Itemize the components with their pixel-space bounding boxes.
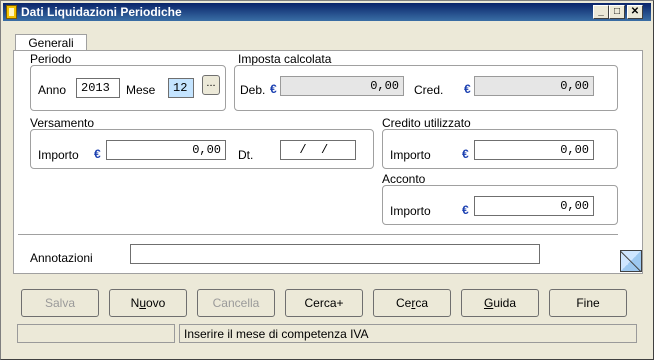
versamento-euro-icon: € — [94, 147, 101, 161]
guida-button[interactable]: Guida — [461, 289, 539, 317]
anno-field[interactable]: 2013 — [76, 78, 120, 98]
acconto-euro-icon: € — [462, 203, 469, 217]
tab-panel-generali: Periodo Anno 2013 Mese 12 ... Imposta ca… — [13, 50, 643, 274]
tab-generali[interactable]: Generali — [15, 34, 87, 51]
status-left — [17, 324, 175, 343]
credito-importo-label: Importo — [390, 148, 431, 162]
acconto-importo-label: Importo — [390, 204, 431, 218]
nuovo-button[interactable]: Nuovo — [109, 289, 187, 317]
cerca-button[interactable]: Cerca — [373, 289, 451, 317]
mese-label: Mese — [126, 83, 156, 97]
credito-title: Credito utilizzato — [382, 116, 471, 130]
resize-corner-icon[interactable] — [620, 250, 642, 272]
credito-euro-icon: € — [462, 147, 469, 161]
acconto-title: Acconto — [382, 172, 426, 186]
title-bar: Dati Liquidazioni Periodiche _ □ ✕ — [3, 3, 651, 21]
status-message: Inserire il mese di competenza IVA — [179, 324, 637, 343]
mese-lookup-button[interactable]: ... — [202, 75, 220, 95]
imposta-title: Imposta calcolata — [238, 52, 332, 66]
deb-label: Deb. — [240, 83, 266, 97]
minimize-button[interactable]: _ — [593, 5, 609, 19]
acconto-importo-field[interactable]: 0,00 — [474, 196, 594, 216]
annotazioni-field[interactable] — [130, 244, 540, 264]
fine-button[interactable]: Fine — [549, 289, 627, 317]
cerca-plus-button[interactable]: Cerca+ — [285, 289, 363, 317]
versamento-title: Versamento — [30, 116, 95, 130]
dt-label: Dt. — [238, 148, 254, 162]
versamento-importo-label: Importo — [38, 148, 79, 162]
window-document-icon — [6, 5, 17, 19]
mese-field[interactable]: 12 — [168, 78, 194, 98]
credito-importo-field[interactable]: 0,00 — [474, 140, 594, 160]
section-divider — [18, 234, 618, 235]
cred-field: 0,00 — [474, 76, 594, 96]
cancella-button[interactable]: Cancella — [197, 289, 275, 317]
anno-label: Anno — [38, 83, 67, 97]
maximize-button[interactable]: □ — [609, 5, 625, 19]
close-button[interactable]: ✕ — [627, 5, 643, 19]
annotazioni-label: Annotazioni — [30, 251, 93, 265]
periodo-title: Periodo — [30, 52, 72, 66]
dt-field[interactable]: / / — [280, 140, 356, 160]
cred-label: Cred. — [414, 83, 444, 97]
deb-euro-icon: € — [270, 82, 277, 96]
versamento-importo-field[interactable]: 0,00 — [106, 140, 226, 160]
deb-field: 0,00 — [280, 76, 404, 96]
cred-euro-icon: € — [464, 82, 471, 96]
window: Dati Liquidazioni Periodiche _ □ ✕ Gener… — [0, 0, 654, 360]
salva-button[interactable]: Salva — [21, 289, 99, 317]
window-title: Dati Liquidazioni Periodiche — [21, 5, 182, 19]
